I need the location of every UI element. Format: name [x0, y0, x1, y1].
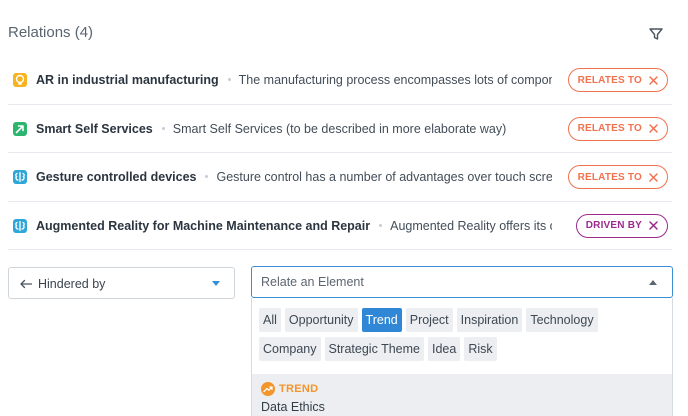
filter-chip-inspiration[interactable]: Inspiration — [456, 308, 523, 332]
relation-text: Augmented Reality for Machine Maintenanc… — [36, 202, 552, 250]
arrow-left-icon — [20, 279, 33, 289]
relation-name: AR in industrial manufacturing — [36, 73, 219, 87]
remove-relation-icon[interactable] — [648, 220, 659, 231]
relation-text: AR in industrial manufacturing The manufa… — [36, 56, 552, 104]
filter-icon[interactable] — [648, 26, 664, 42]
remove-relation-icon[interactable] — [648, 123, 659, 134]
result-item[interactable]: TREND Data Ethics — [252, 374, 672, 416]
filter-chip-trend[interactable]: Trend — [361, 308, 402, 332]
filter-chip-strategic-theme[interactable]: Strategic Theme — [324, 337, 424, 361]
relation-badge-label: RELATES TO — [577, 74, 642, 86]
relation-description: The manufacturing process encompasses lo… — [238, 73, 552, 87]
relation-text: Gesture controlled devices Gesture contro… — [36, 153, 552, 201]
result-type: TREND — [279, 383, 319, 395]
relation-badge-label: RELATES TO — [577, 123, 642, 134]
relation-description: Smart Self Services (to be described in … — [172, 121, 507, 136]
relation-direction-value: Hindered by — [38, 277, 106, 291]
relation-direction-select[interactable]: Hindered by — [8, 267, 235, 299]
relation-name: Gesture controlled devices — [36, 170, 197, 184]
filter-chip-company[interactable]: Company — [259, 337, 321, 361]
remove-relation-icon[interactable] — [648, 75, 659, 86]
separator-dot — [205, 175, 209, 179]
chevron-up-icon[interactable] — [649, 280, 657, 285]
relation-row[interactable]: Smart Self Services Smart Self Services (… — [8, 105, 672, 153]
separator-dot — [227, 78, 231, 82]
filter-chip-all[interactable]: All — [259, 308, 281, 332]
relation-badge-label: RELATES TO — [577, 171, 642, 183]
relate-element-placeholder: Relate an Element — [261, 275, 364, 289]
relation-badge[interactable]: DRIVEN BY — [575, 213, 668, 238]
relations-title: Relations (4) — [8, 24, 94, 41]
relation-badge-label: DRIVEN BY — [585, 220, 642, 231]
relation-name: Smart Self Services — [36, 121, 153, 136]
relation-row[interactable]: Augmented Reality for Machine Maintenanc… — [8, 202, 672, 250]
result-name: Data Ethics — [261, 400, 325, 414]
separator-dot — [379, 223, 383, 227]
trend-icon — [261, 382, 275, 396]
relation-badge[interactable]: RELATES TO — [567, 165, 668, 189]
relation-description: Gesture control has a number of advantag… — [216, 170, 552, 184]
chevron-down-icon — [212, 281, 220, 286]
type-filter-chips: All Opportunity Trend Project Inspiratio… — [259, 308, 619, 366]
filter-chip-technology[interactable]: Technology — [526, 308, 598, 332]
filter-chip-risk[interactable]: Risk — [464, 337, 497, 361]
element-dropdown: All Opportunity Trend Project Inspiratio… — [251, 298, 673, 416]
relation-description: Augmented Reality offers its custo... — [390, 218, 552, 233]
relations-header: Relations (4) — [8, 22, 668, 46]
brain-icon — [13, 218, 27, 233]
relation-row[interactable]: Gesture controlled devices Gesture contro… — [8, 153, 672, 202]
separator-dot — [161, 126, 165, 130]
filter-chip-idea[interactable]: Idea — [427, 337, 461, 361]
remove-relation-icon[interactable] — [648, 172, 659, 183]
relate-element-input[interactable]: Relate an Element — [251, 266, 673, 298]
relation-badge[interactable]: RELATES TO — [567, 116, 668, 141]
relation-badge[interactable]: RELATES TO — [567, 68, 668, 92]
relation-text: Smart Self Services Smart Self Services (… — [36, 105, 552, 153]
relation-name: Augmented Reality for Machine Maintenanc… — [36, 218, 371, 233]
relation-row[interactable]: AR in industrial manufacturing The manufa… — [8, 56, 672, 105]
filter-chip-project[interactable]: Project — [405, 308, 453, 332]
relations-list: AR in industrial manufacturing The manufa… — [8, 56, 672, 250]
arrow-box-icon — [13, 121, 27, 136]
filter-chip-opportunity[interactable]: Opportunity — [284, 308, 358, 332]
bulb-icon — [13, 73, 27, 87]
brain-icon — [13, 170, 27, 184]
